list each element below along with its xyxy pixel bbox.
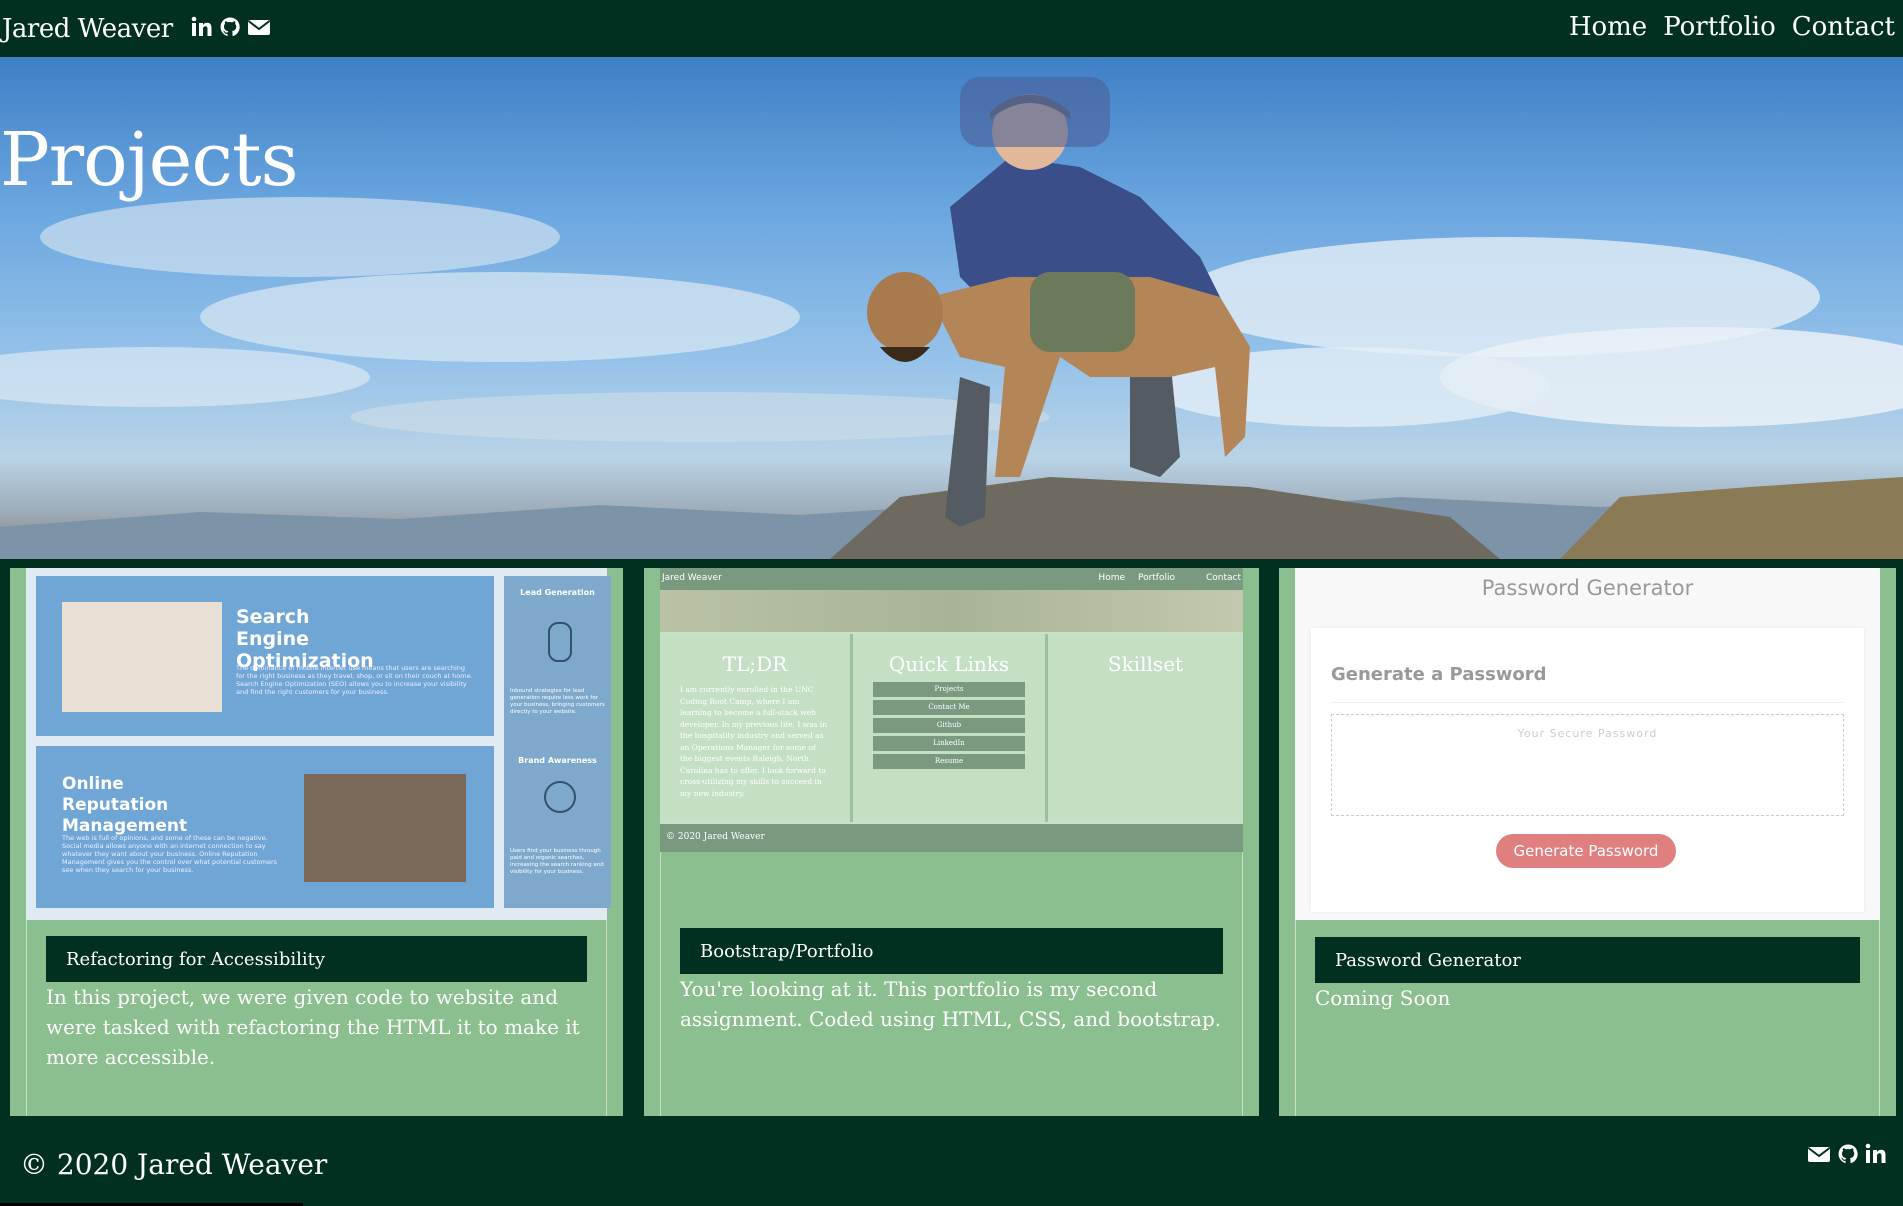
preview-quick-link: LinkedIn xyxy=(873,736,1025,751)
envelope-icon[interactable] xyxy=(247,17,271,41)
preview-hero xyxy=(660,590,1243,632)
preview-quick-title: Quick Links xyxy=(888,652,1010,676)
preview-tldr-title: TL;DR xyxy=(722,652,788,676)
nav-link-portfolio[interactable]: Portfolio xyxy=(1663,12,1776,42)
brand-name[interactable]: Jared Weaver xyxy=(2,14,173,44)
preview-quicklinks-panel: Quick Links Projects Contact Me Github L… xyxy=(853,634,1048,822)
linkedin-icon[interactable] xyxy=(1865,1143,1887,1169)
preview-footer-text: © 2020 Jared Weaver xyxy=(666,832,765,842)
preview-password-output: Your Secure Password xyxy=(1331,714,1844,816)
orm-body: The web is full of opinions, and some of… xyxy=(62,834,278,874)
footer-copyright: © 2020 Jared Weaver xyxy=(20,1148,328,1181)
project-card-password: Password Generator Generate a Password Y… xyxy=(1279,568,1896,1116)
preview-generate-button: Generate Password xyxy=(1496,834,1676,868)
project-card-description: In this project, we were given code to w… xyxy=(46,985,580,1069)
orm-image xyxy=(304,774,466,882)
github-icon[interactable] xyxy=(219,16,241,42)
hero-banner: Projects xyxy=(0,57,1903,559)
preview-password-heading: Password Generator xyxy=(1481,576,1694,600)
seo-title: Search Engine Optimization xyxy=(236,606,374,672)
card-border-left xyxy=(26,920,27,1116)
preview-footer: © 2020 Jared Weaver xyxy=(660,824,1243,852)
nav-link-home[interactable]: Home xyxy=(1569,12,1647,42)
preview-tldr-body: I am currently enrolled in the UNC Codin… xyxy=(680,685,828,798)
card-border-right xyxy=(1879,920,1880,1116)
project-card-title[interactable]: Bootstrap/Portfolio xyxy=(680,928,1223,974)
project-card-portfolio: Jared Weaver Home Portfolio Contact TL;D… xyxy=(644,568,1259,1116)
social-icons xyxy=(191,16,271,42)
preview-nav-home: Home xyxy=(1098,573,1125,583)
brand-icon xyxy=(544,781,576,813)
preview-skill-title: Skillset xyxy=(1107,652,1184,676)
preview-skillset-panel: Skillset xyxy=(1048,634,1243,822)
nav-links: Home Portfolio Contact xyxy=(1569,12,1895,42)
lead-icon xyxy=(548,622,572,662)
lead-body: Inbound strategies for lead generation r… xyxy=(510,688,605,715)
preview-tldr-panel: TL;DR I am currently enrolled in the UNC… xyxy=(660,634,853,822)
project-card-title[interactable]: Password Generator xyxy=(1315,937,1860,983)
preview-quick-link: Resume xyxy=(873,754,1025,769)
linkedin-icon[interactable] xyxy=(191,16,213,42)
footer-icons xyxy=(1807,1143,1887,1169)
preview-brand: Jared Weaver xyxy=(662,573,722,583)
brand-title: Brand Awareness xyxy=(518,756,597,765)
project-card-accessibility: Search Engine Optimization The dominance… xyxy=(10,568,623,1116)
orm-title: Online Reputation Management xyxy=(62,774,188,836)
github-icon[interactable] xyxy=(1837,1143,1859,1169)
envelope-icon[interactable] xyxy=(1807,1144,1831,1168)
card-border-left xyxy=(1295,920,1296,1116)
project-cards: Search Engine Optimization The dominance… xyxy=(0,568,1903,1118)
lead-title: Lead Generation xyxy=(520,588,595,597)
seo-body: The dominance of mobile internet use mea… xyxy=(236,664,473,696)
project-preview-image[interactable]: Search Engine Optimization The dominance… xyxy=(26,568,611,920)
seo-image xyxy=(62,602,222,712)
project-card-title[interactable]: Refactoring for Accessibility xyxy=(46,936,587,982)
brand-body: Users find your business through paid an… xyxy=(510,848,604,875)
card-border-right xyxy=(1242,852,1243,1116)
preview-nav-portfolio: Portfolio xyxy=(1137,573,1175,583)
preview-nav-contact: Contact xyxy=(1205,573,1241,583)
navbar: Jared Weaver Home Portfolio Contact xyxy=(0,0,1903,57)
project-preview-image[interactable]: Password Generator Generate a Password Y… xyxy=(1295,568,1880,920)
preview-quick-link: Github xyxy=(873,718,1025,733)
project-preview-image[interactable]: Jared Weaver Home Portfolio Contact TL;D… xyxy=(660,568,1243,920)
preview-quick-link: Projects xyxy=(873,682,1025,697)
preview-quick-link: Contact Me xyxy=(873,700,1025,715)
preview-password-sub: Generate a Password xyxy=(1331,664,1547,685)
nav-link-contact[interactable]: Contact xyxy=(1792,12,1895,42)
card-border-left xyxy=(660,852,661,1116)
page-title: Projects xyxy=(0,117,299,203)
preview-password-placeholder: Your Secure Password xyxy=(1517,727,1658,740)
project-card-description: You're looking at it. This portfolio is … xyxy=(680,977,1222,1031)
card-border-right xyxy=(606,920,607,1116)
project-card-description: Coming Soon xyxy=(1315,986,1451,1010)
